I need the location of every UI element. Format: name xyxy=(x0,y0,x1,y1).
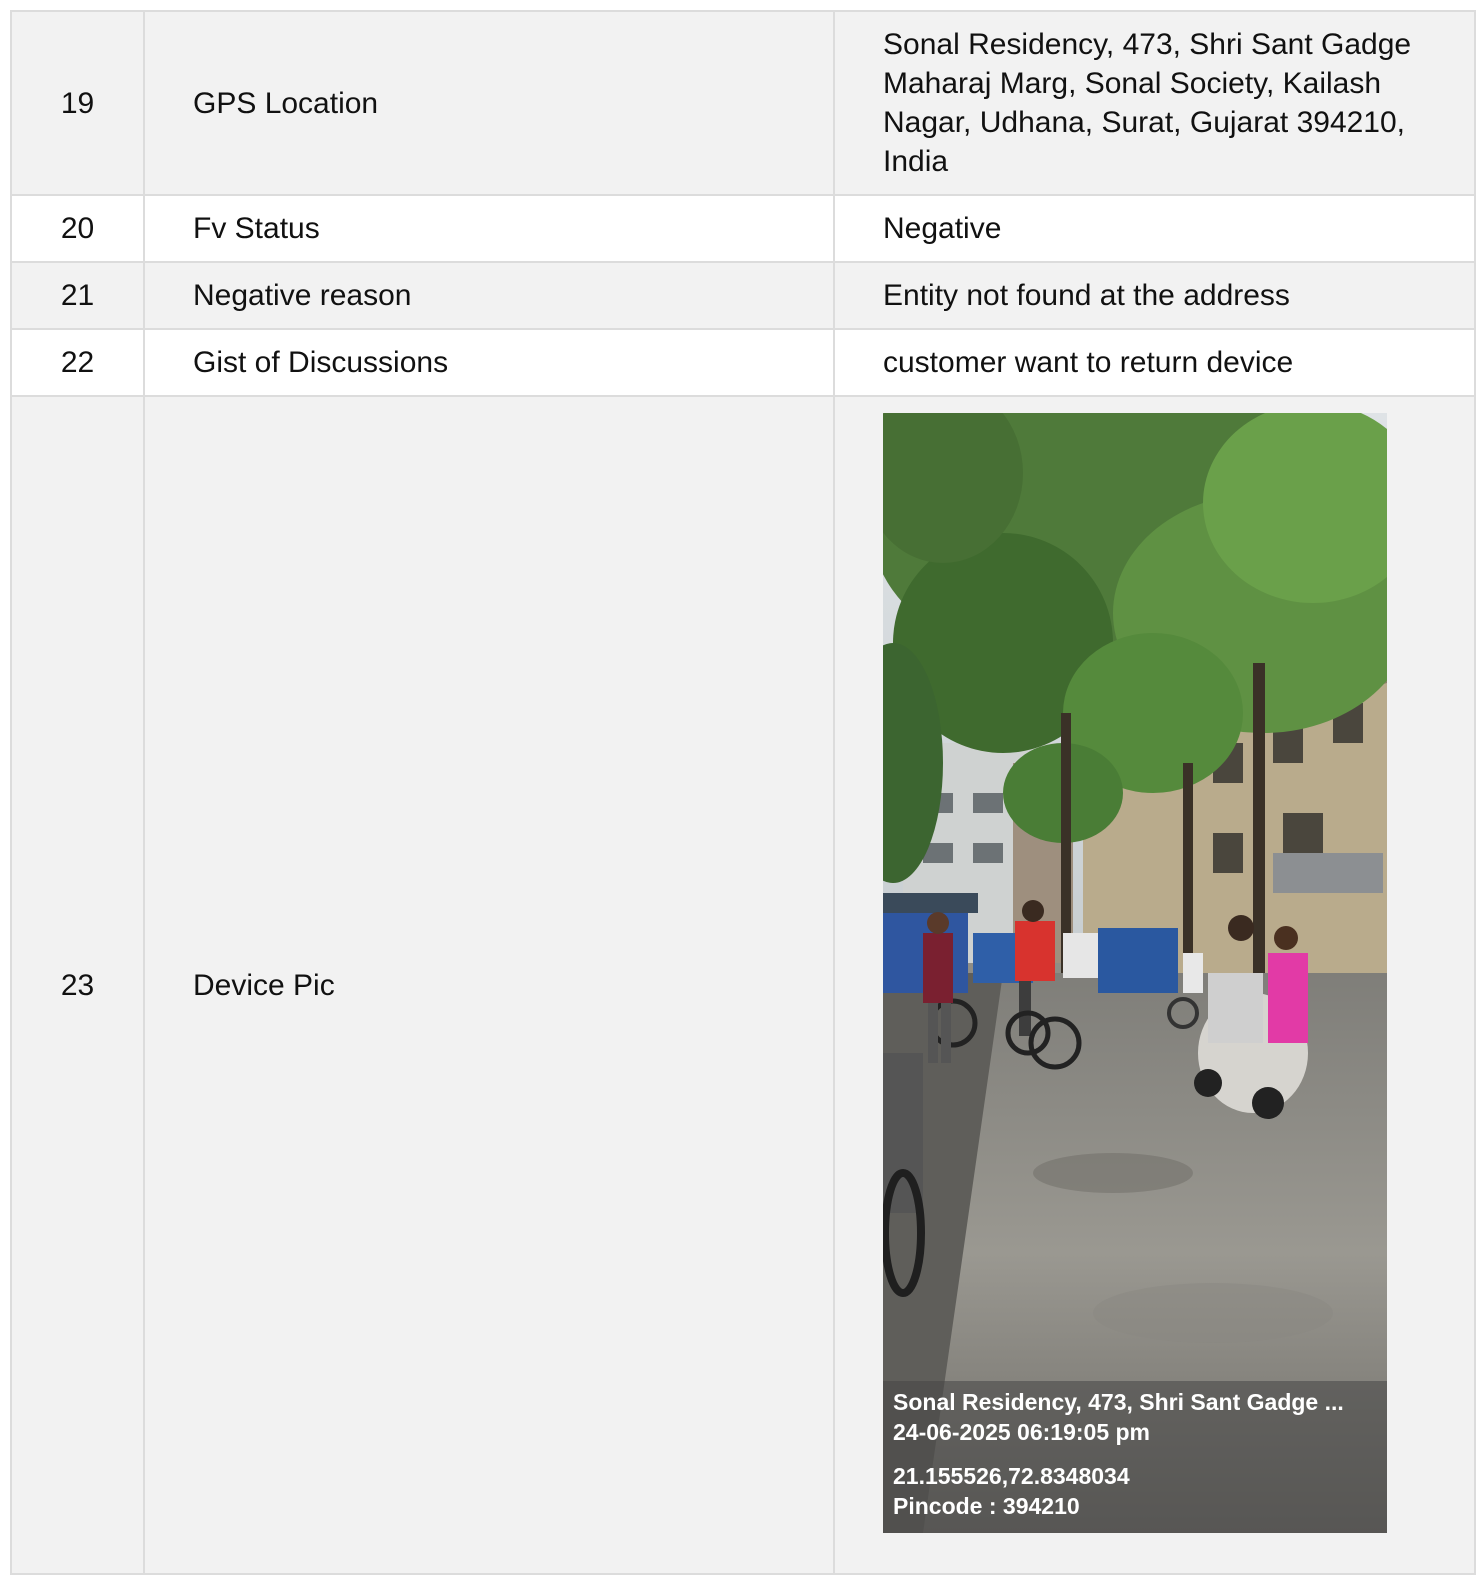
row-value: Entity not found at the address xyxy=(833,261,1476,330)
row-number: 23 xyxy=(10,395,145,1575)
table-row: 23 Device Pic Sonal Residency, 473, Shri… xyxy=(10,395,1476,1575)
geotag-coordinates: 21.155526,72.8348034 xyxy=(893,1463,1130,1489)
row-label: Gist of Discussions xyxy=(143,328,835,397)
table-row: 21 Negative reason Entity not found at t… xyxy=(10,261,1476,330)
row-value-image: Sonal Residency, 473, Shri Sant Gadge ..… xyxy=(833,395,1476,1575)
geotag-address: Sonal Residency, 473, Shri Sant Gadge ..… xyxy=(893,1389,1344,1415)
street-scene-image xyxy=(883,413,1387,1533)
row-value: customer want to return device xyxy=(833,328,1476,397)
row-label: GPS Location xyxy=(143,10,835,196)
row-label: Negative reason xyxy=(143,261,835,330)
table-row: 20 Fv Status Negative xyxy=(10,194,1476,263)
row-number: 21 xyxy=(10,261,145,330)
row-number: 22 xyxy=(10,328,145,397)
row-number: 19 xyxy=(10,10,145,196)
row-label: Device Pic xyxy=(143,395,835,1575)
row-value: Sonal Residency, 473, Shri Sant Gadge Ma… xyxy=(833,10,1476,196)
device-photo: Sonal Residency, 473, Shri Sant Gadge ..… xyxy=(883,413,1387,1533)
row-label: Fv Status xyxy=(143,194,835,263)
row-number: 20 xyxy=(10,194,145,263)
field-verification-table: 19 GPS Location Sonal Residency, 473, Sh… xyxy=(10,10,1476,1575)
table-row: 22 Gist of Discussions customer want to … xyxy=(10,328,1476,397)
row-value: Negative xyxy=(833,194,1476,263)
geotag-datetime: 24-06-2025 06:19:05 pm xyxy=(893,1419,1150,1445)
table-row: 19 GPS Location Sonal Residency, 473, Sh… xyxy=(10,10,1476,196)
photo-geotag-overlay: Sonal Residency, 473, Shri Sant Gadge ..… xyxy=(883,1381,1387,1533)
geotag-pincode: Pincode : 394210 xyxy=(893,1493,1080,1519)
